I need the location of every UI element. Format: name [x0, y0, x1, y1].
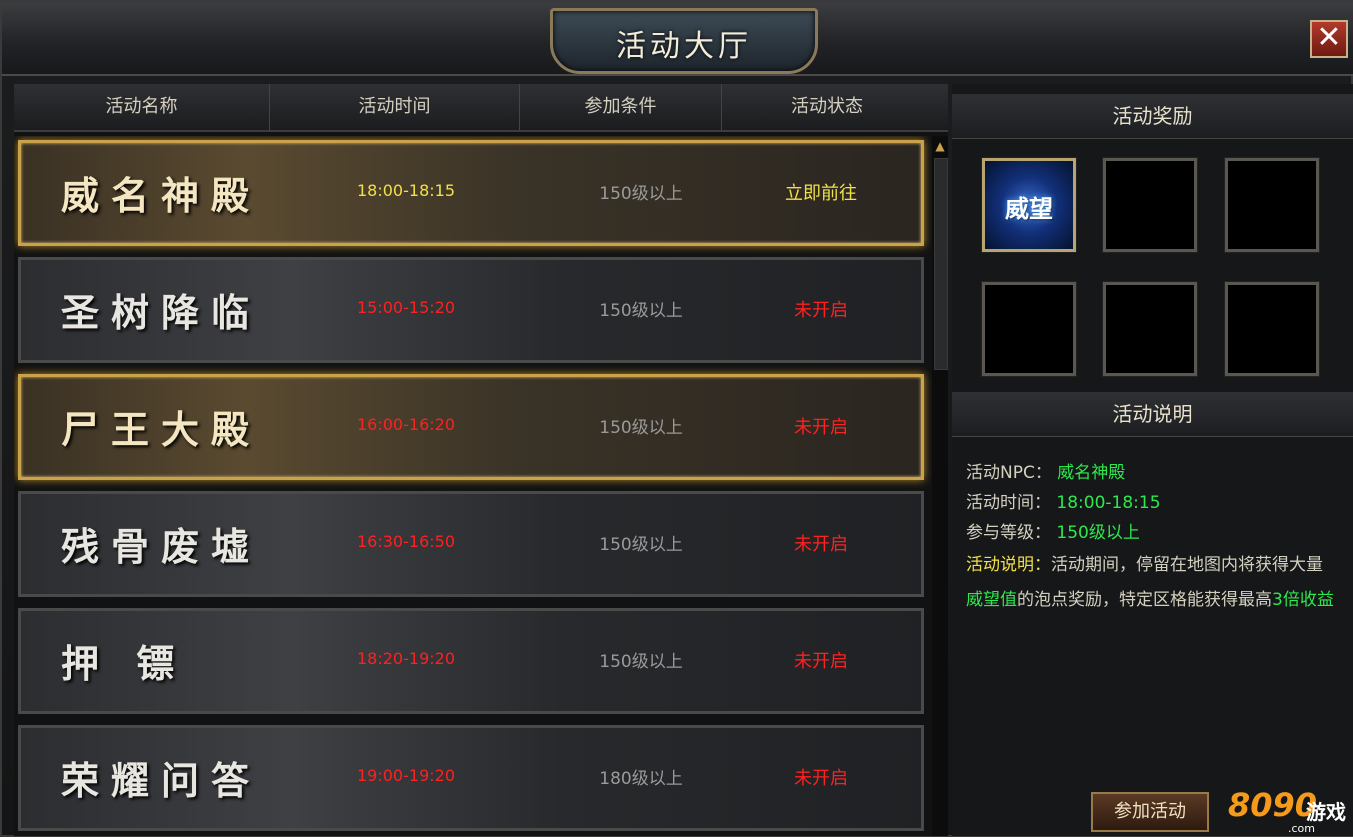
activity-time: 18:00-18:15	[357, 181, 455, 200]
level-value: 150级以上	[1056, 523, 1140, 543]
header-activity-time: 活动时间	[270, 84, 520, 130]
site-logo: 8090 游戏 .com	[1228, 782, 1352, 836]
activity-name: 荣耀问答	[61, 758, 262, 803]
activity-row[interactable]: 押 镖 18:20-19:20 150级以上 未开启	[18, 608, 924, 714]
window-title: 活动大厅	[616, 29, 752, 64]
activity-time: 15:00-15:20	[357, 298, 455, 317]
prestige-icon: 威望	[1005, 195, 1053, 223]
activity-time: 18:20-19:20	[357, 649, 455, 668]
time-value: 18:00-18:15	[1056, 493, 1161, 513]
close-button[interactable]: ✕	[1310, 20, 1348, 58]
level-line: 参与等级： 150级以上	[966, 518, 1140, 548]
activity-condition: 150级以上	[599, 652, 683, 672]
reward-slot[interactable]	[1103, 158, 1197, 252]
activity-status: 未开启	[794, 300, 848, 321]
desc-part1: 活动期间，停留在地图内将获得大量	[1051, 555, 1323, 575]
description-text: 活动说明：活动期间，停留在地图内将获得大量威望值的泡点奖励，特定区格能获得最高3…	[966, 548, 1338, 618]
activity-rows: 威名神殿 18:00-18:15 150级以上 立即前往 圣树降临 15:00-…	[14, 136, 932, 836]
activity-status: 未开启	[794, 534, 848, 555]
activity-name: 残骨废墟	[61, 524, 262, 569]
desc-multiplier: 3倍收益	[1272, 590, 1334, 610]
activity-row[interactable]: 圣树降临 15:00-15:20 150级以上 未开启	[18, 257, 924, 363]
scroll-thumb[interactable]	[934, 158, 948, 370]
logo-text: 游戏	[1306, 800, 1346, 824]
table-header: 活动名称 活动时间 参加条件 活动状态	[14, 84, 948, 132]
activity-time: 16:00-16:20	[357, 415, 455, 434]
activity-name: 圣树降临	[61, 290, 262, 335]
npc-value: 威名神殿	[1057, 463, 1126, 483]
rewards-title: 活动奖励	[952, 94, 1353, 139]
description-title: 活动说明	[952, 392, 1353, 437]
desc-part2: 的泡点奖励，特定区格能获得最高	[1017, 590, 1272, 610]
npc-label: 活动NPC：	[966, 463, 1052, 483]
detail-panel: 活动奖励 威望 活动说明 活动NPC： 威名神殿 活动时间： 18:00-18:…	[952, 84, 1353, 836]
desc-label: 活动说明：	[966, 555, 1051, 575]
activity-row[interactable]: 威名神殿 18:00-18:15 150级以上 立即前往	[18, 140, 924, 246]
reward-slot[interactable]	[1225, 282, 1319, 376]
activity-condition: 150级以上	[599, 301, 683, 321]
activity-row[interactable]: 残骨废墟 16:30-16:50 150级以上 未开启	[18, 491, 924, 597]
scroll-up-arrow-icon[interactable]: ▲	[932, 138, 948, 154]
reward-slot[interactable]	[982, 282, 1076, 376]
activity-status: 未开启	[794, 768, 848, 789]
header-status: 活动状态	[791, 96, 863, 117]
reward-slot[interactable]	[1225, 158, 1319, 252]
join-activity-button[interactable]: 参加活动	[1091, 792, 1209, 832]
reward-slot[interactable]: 威望	[982, 158, 1076, 252]
scrollbar[interactable]: ▲	[932, 136, 948, 836]
activity-status: 未开启	[794, 417, 848, 438]
time-line: 活动时间： 18:00-18:15	[966, 488, 1161, 518]
activity-condition: 180级以上	[599, 769, 683, 789]
activity-name: 威名神殿	[61, 173, 262, 218]
activity-time: 19:00-19:20	[357, 766, 455, 785]
reward-slot[interactable]	[1103, 282, 1197, 376]
activity-status: 未开启	[794, 651, 848, 672]
npc-line: 活动NPC： 威名神殿	[966, 458, 1125, 488]
activity-condition: 150级以上	[599, 184, 683, 204]
activity-time: 16:30-16:50	[357, 532, 455, 551]
activity-hall-window: 活动大厅 ✕ 活动名称 活动时间 参加条件 活动状态 威名神殿 18:00-18…	[0, 0, 1353, 837]
status-go-now[interactable]: 立即前往	[751, 179, 891, 205]
activity-row[interactable]: 尸王大殿 16:00-16:20 150级以上 未开启	[18, 374, 924, 480]
title-plate: 活动大厅	[550, 8, 818, 74]
activity-list-panel: 活动名称 活动时间 参加条件 活动状态 威名神殿 18:00-18:15 150…	[14, 84, 948, 836]
level-label: 参与等级：	[966, 523, 1051, 543]
activity-condition: 150级以上	[599, 418, 683, 438]
activity-condition: 150级以上	[599, 535, 683, 555]
activity-name: 尸王大殿	[61, 407, 262, 452]
logo-domain: .com	[1288, 822, 1315, 835]
time-label: 活动时间：	[966, 493, 1051, 513]
desc-highlight: 威望值	[966, 590, 1017, 610]
activity-name: 押 镖	[61, 641, 187, 686]
header-condition: 参加条件	[520, 84, 722, 130]
logo-number: 8090	[1228, 786, 1318, 824]
title-bar: 活动大厅 ✕	[2, 2, 1353, 76]
header-activity-name: 活动名称	[14, 84, 270, 130]
activity-row[interactable]: 荣耀问答 19:00-19:20 180级以上 未开启	[18, 725, 924, 831]
